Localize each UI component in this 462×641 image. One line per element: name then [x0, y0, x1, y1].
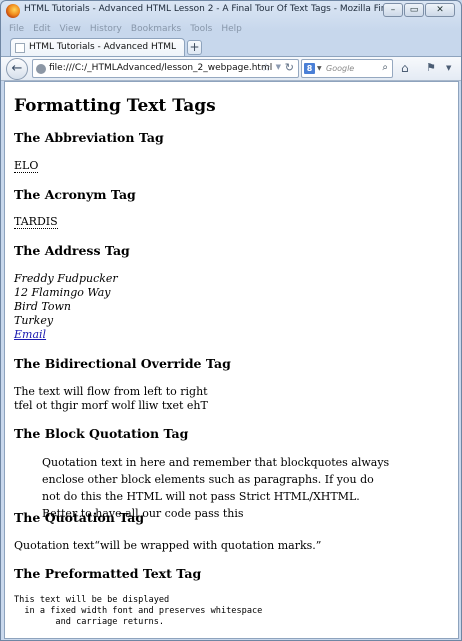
bookmark-star-icon[interactable]: ☆: [261, 61, 271, 74]
close-button[interactable]: ✕: [425, 3, 455, 17]
heading-acronym: The Acronym Tag: [14, 187, 136, 202]
title-bar: HTML Tutorials - Advanced HTML Lesson 2 …: [1, 1, 461, 21]
menu-bookmarks[interactable]: Bookmarks: [131, 22, 181, 37]
minimize-button[interactable]: –: [383, 3, 403, 17]
address-line: Bird Town: [14, 300, 72, 313]
heading-bdo: The Bidirectional Override Tag: [14, 356, 231, 371]
navigation-toolbar: ← file:///C:/_HTMLAdvanced/lesson_2_webp…: [1, 56, 461, 81]
acronym-text: TARDIS: [14, 215, 58, 229]
search-box[interactable]: 8 ▼ Google ⌕: [301, 59, 393, 78]
menu-view[interactable]: View: [60, 22, 81, 37]
heading-quotation: The Quotation Tag: [14, 510, 145, 525]
window-title: HTML Tutorials - Advanced HTML Lesson 2 …: [24, 4, 404, 14]
page-favicon-icon: [15, 43, 25, 53]
search-engine-dropdown-icon[interactable]: ▼: [317, 65, 322, 72]
heading-address: The Address Tag: [14, 243, 130, 258]
heading-blockquote: The Block Quotation Tag: [14, 426, 189, 441]
url-history-dropdown-icon[interactable]: ▼: [276, 63, 281, 71]
tab-html-tutorials[interactable]: HTML Tutorials - Advanced HTML Lesso...: [10, 38, 185, 56]
bdo-line: The text will flow from left to right: [14, 385, 208, 398]
quotation-text: Quotation text“will be wrapped with quot…: [14, 539, 322, 552]
heading-abbreviation: The Abbreviation Tag: [14, 130, 164, 145]
preformatted-line: in a fixed width font and preserves whit…: [14, 606, 263, 616]
menu-help[interactable]: Help: [221, 22, 242, 37]
abbreviation-text: ELO: [14, 159, 39, 173]
url-bar[interactable]: file:///C:/_HTMLAdvanced/lesson_2_webpag…: [32, 59, 299, 78]
address-line: Freddy Fudpucker: [14, 272, 118, 285]
home-icon[interactable]: ⌂: [401, 61, 409, 75]
menu-bar: File Edit View History Bookmarks Tools H…: [1, 22, 461, 37]
toolbar-menu-dropdown-icon[interactable]: ▼: [446, 64, 451, 72]
menu-tools[interactable]: Tools: [190, 22, 212, 37]
heading-preformatted: The Preformatted Text Tag: [14, 566, 202, 581]
firefox-icon: [6, 4, 20, 18]
browser-window: HTML Tutorials - Advanced HTML Lesson 2 …: [0, 0, 462, 641]
search-icon[interactable]: ⌕: [382, 62, 388, 73]
preformatted-line: This text will be be displayed: [14, 595, 170, 605]
back-arrow-icon: ←: [11, 61, 23, 76]
search-placeholder: Google: [326, 64, 355, 73]
address-line: Turkey: [14, 314, 54, 327]
reload-icon[interactable]: ↻: [285, 61, 294, 74]
url-text: file:///C:/_HTMLAdvanced/lesson_2_webpag…: [49, 63, 273, 73]
maximize-button[interactable]: ▭: [404, 3, 424, 17]
menu-history[interactable]: History: [90, 22, 122, 37]
email-link[interactable]: Email: [14, 328, 46, 341]
address-line: 12 Flamingo Way: [14, 286, 111, 299]
page-content: Formatting Text Tags The Abbreviation Ta…: [4, 81, 459, 639]
window-controls: – ▭ ✕: [382, 3, 455, 17]
bdo-reversed-line: tfel ot thgir morf wolf lliw txet ehT: [14, 399, 208, 412]
tab-strip: HTML Tutorials - Advanced HTML Lesso... …: [1, 37, 461, 56]
preformatted-line: and carriage returns.: [14, 617, 165, 627]
addon-icon[interactable]: ⚑: [426, 61, 436, 74]
menu-file[interactable]: File: [9, 22, 24, 37]
tab-label: HTML Tutorials - Advanced HTML Lesso...: [29, 42, 179, 52]
menu-edit[interactable]: Edit: [33, 22, 50, 37]
search-engine-icon[interactable]: 8: [304, 63, 315, 74]
page-title: Formatting Text Tags: [14, 96, 216, 116]
back-button[interactable]: ←: [6, 58, 28, 80]
globe-icon: [36, 64, 46, 74]
new-tab-button[interactable]: +: [187, 40, 202, 55]
